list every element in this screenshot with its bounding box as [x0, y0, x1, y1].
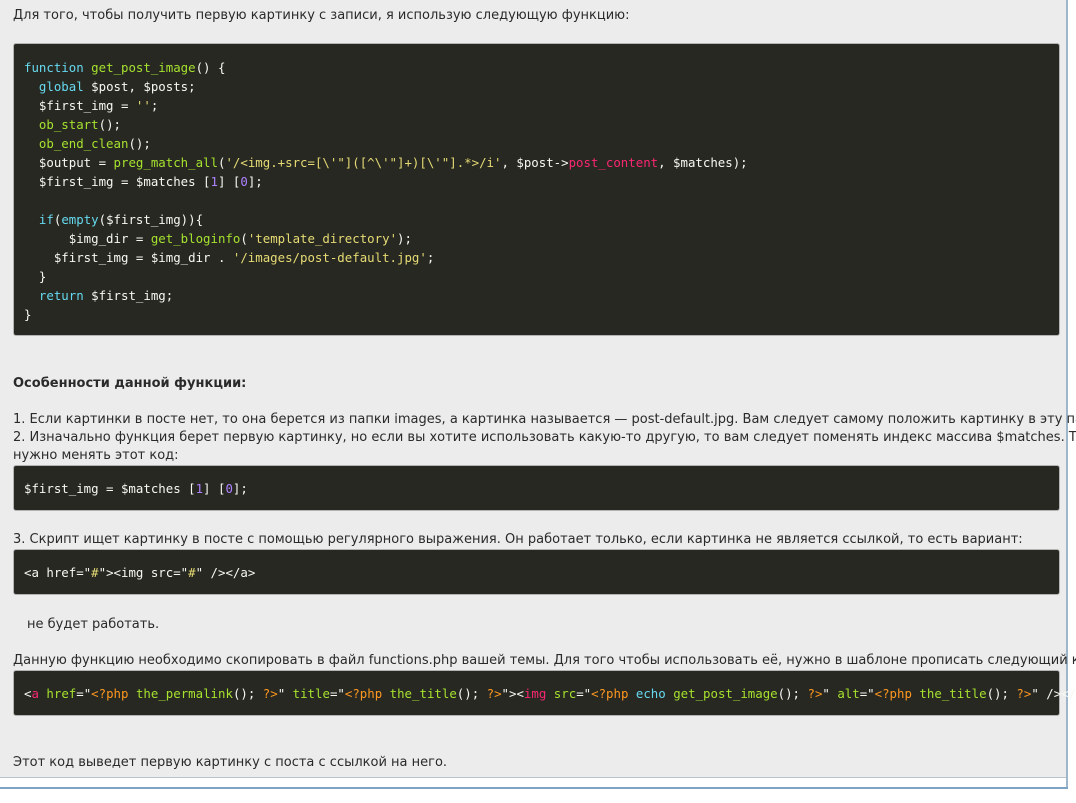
code-block-function[interactable]: function get_post_image() { global $post…	[13, 43, 1060, 336]
intro-text: Для того, чтобы получить первую картинку…	[13, 8, 630, 23]
code-block-template[interactable]: <a href="<?php the_permalink(); ?>" titl…	[13, 670, 1076, 716]
bottom-border	[0, 787, 1068, 789]
features-heading: Особенности данной функции:	[13, 376, 247, 391]
function-code: function get_post_image() { global $post…	[24, 60, 748, 322]
result-text: Этот код выведет первую картинку с поста…	[13, 755, 448, 770]
link-example-code: <a href="#"><img src="#" /></a>	[24, 565, 256, 580]
will-not-work-text: не будет работать.	[27, 617, 160, 632]
feature-item-3: 3. Скрипт ищет картинку в посте с помощь…	[13, 532, 1023, 547]
code-block-link-example[interactable]: <a href="#"><img src="#" /></a>	[13, 549, 1060, 595]
copy-instruction-text: Данную функцию необходимо скопировать в …	[13, 653, 1076, 668]
feature-item-2: 2. Изначально функция берет первую карти…	[13, 430, 1076, 445]
feature-item-2-continued: нужно менять этот код:	[13, 448, 179, 463]
code-block-index[interactable]: $first_img = $matches [1] [0];	[13, 465, 1060, 511]
index-code: $first_img = $matches [1] [0];	[24, 481, 248, 496]
feature-item-1: 1. Если картинки в посте нет, то она бер…	[13, 412, 1076, 427]
template-code: <a href="<?php the_permalink(); ?>" titl…	[24, 686, 1076, 701]
scrollbar-edge	[1066, 0, 1068, 789]
